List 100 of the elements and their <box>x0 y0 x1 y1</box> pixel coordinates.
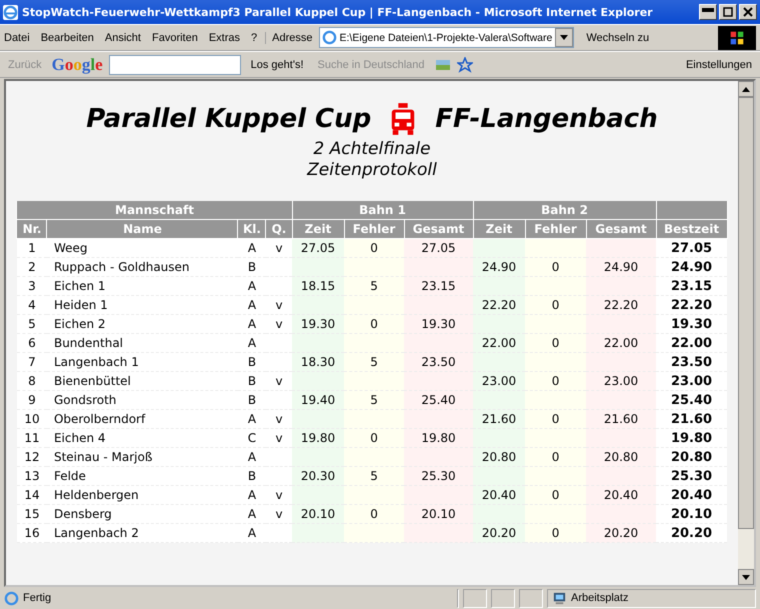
table-cell: A <box>238 486 266 504</box>
table-cell: 5 <box>344 352 404 372</box>
group-header: Bahn 1 <box>292 201 474 220</box>
table-cell: A <box>238 410 266 428</box>
table-cell: 8 <box>16 372 47 390</box>
table-cell: 18.30 <box>292 352 344 372</box>
up-arrow-icon <box>742 86 750 92</box>
table-cell: 20.20 <box>656 524 728 542</box>
address-field[interactable]: E:\Eigene Dateien\1-Projekte-Valera\Software <box>318 27 574 48</box>
table-cell: 5 <box>344 276 404 296</box>
table-cell: Heldenbergen <box>46 486 238 504</box>
table-cell: 6 <box>16 334 47 352</box>
table-cell: v <box>266 314 292 334</box>
table-cell: v <box>266 296 292 314</box>
table-cell: 22.20 <box>656 296 728 314</box>
maximize-icon <box>722 7 734 17</box>
column-header: Q. <box>266 220 292 238</box>
minimize-button[interactable] <box>699 4 717 20</box>
zone-label: Arbeitsplatz <box>571 592 628 604</box>
table-cell: A <box>238 296 266 314</box>
go-button[interactable]: Wechseln zu <box>580 32 656 44</box>
table-cell: 3 <box>16 276 47 296</box>
menu-item[interactable]: Favoriten <box>152 32 198 44</box>
table-cell: 19.40 <box>292 390 344 410</box>
table-cell: 0 <box>525 334 586 352</box>
search-button[interactable]: Los geht's! <box>246 58 308 70</box>
menu-item[interactable]: ? <box>251 32 258 44</box>
menu-item[interactable]: Bearbeiten <box>40 32 94 44</box>
column-header: Zeit <box>473 220 526 238</box>
table-cell: Heiden 1 <box>46 296 238 314</box>
table-cell: A <box>238 314 266 334</box>
table-cell: 21.60 <box>473 410 526 428</box>
table-cell: 25.40 <box>656 390 728 410</box>
table-cell: 20.20 <box>473 524 526 542</box>
maximize-button[interactable] <box>719 4 737 20</box>
table-cell: 7 <box>16 352 47 372</box>
column-header: Name <box>46 220 238 238</box>
column-header: Fehler <box>525 220 586 238</box>
table-cell: Bienenbüttel <box>46 372 238 390</box>
table-cell: v <box>266 504 292 524</box>
table-cell: B <box>238 390 266 410</box>
table-cell: A <box>238 238 266 258</box>
table-cell: Bundenthal <box>46 334 238 352</box>
address-label: Adresse <box>272 32 313 44</box>
table-cell: 0 <box>525 410 586 428</box>
page-title: FF-Langenbach <box>435 104 658 134</box>
table-cell: 21.60 <box>656 410 728 428</box>
menu-item[interactable]: Extras <box>208 32 240 44</box>
table-cell: 25.30 <box>404 466 474 486</box>
search-field[interactable] <box>108 54 241 74</box>
table-cell: 19.30 <box>656 314 728 334</box>
table-cell: 25.40 <box>404 390 474 410</box>
table-cell: 0 <box>525 524 586 542</box>
table-cell: 12 <box>16 448 47 466</box>
table-cell: v <box>266 238 292 258</box>
table-cell: A <box>238 276 266 296</box>
table-cell: 5 <box>16 314 47 334</box>
table-cell: 0 <box>344 314 404 334</box>
menu-item[interactable]: Datei <box>4 32 30 44</box>
table-cell: 24.90 <box>656 258 728 276</box>
column-header: Nr. <box>16 220 47 238</box>
table-cell: 27.05 <box>404 238 474 258</box>
dropdown-button[interactable] <box>555 28 574 47</box>
page-icon <box>4 590 19 606</box>
table-cell: 19.80 <box>292 428 344 448</box>
group-header: Bahn 2 <box>473 201 656 220</box>
page-icon <box>322 30 337 45</box>
caret-icon <box>560 35 568 40</box>
table-cell: 19.30 <box>404 314 474 334</box>
table-cell: 0 <box>525 486 586 504</box>
table-cell: 23.15 <box>404 276 474 296</box>
table-cell: 23.00 <box>586 372 656 390</box>
menu-item[interactable]: Ansicht <box>104 32 141 44</box>
settings-button[interactable]: Einstellungen <box>682 58 756 70</box>
table-cell: Oberolberndorf <box>46 410 238 428</box>
group-header: Mannschaft <box>16 201 292 220</box>
table-cell: 20.40 <box>473 486 526 504</box>
browser-icon <box>3 4 18 20</box>
group-header <box>656 201 728 220</box>
table-cell: 23.50 <box>656 352 728 372</box>
table-cell: 5 <box>344 466 404 486</box>
table-cell: 10 <box>16 410 47 428</box>
table-cell: v <box>266 486 292 504</box>
table-cell: 21.60 <box>586 410 656 428</box>
table-cell: 20.80 <box>586 448 656 466</box>
table-cell: 27.05 <box>656 238 728 258</box>
star-icon[interactable] <box>456 56 473 72</box>
table-cell: 2 <box>16 258 47 276</box>
table-cell: 22.00 <box>473 334 526 352</box>
table-cell: 0 <box>344 504 404 524</box>
table-cell: Eichen 2 <box>46 314 238 334</box>
close-button[interactable] <box>739 4 757 20</box>
table-cell: B <box>238 372 266 390</box>
table-cell <box>586 238 656 258</box>
table-cell: 23.15 <box>656 276 728 296</box>
table-cell: 13 <box>16 466 47 486</box>
table-cell: 22.00 <box>586 334 656 352</box>
table-cell: 20.40 <box>656 486 728 504</box>
table-cell: 24.90 <box>473 258 526 276</box>
scrollbar[interactable] <box>738 81 754 585</box>
